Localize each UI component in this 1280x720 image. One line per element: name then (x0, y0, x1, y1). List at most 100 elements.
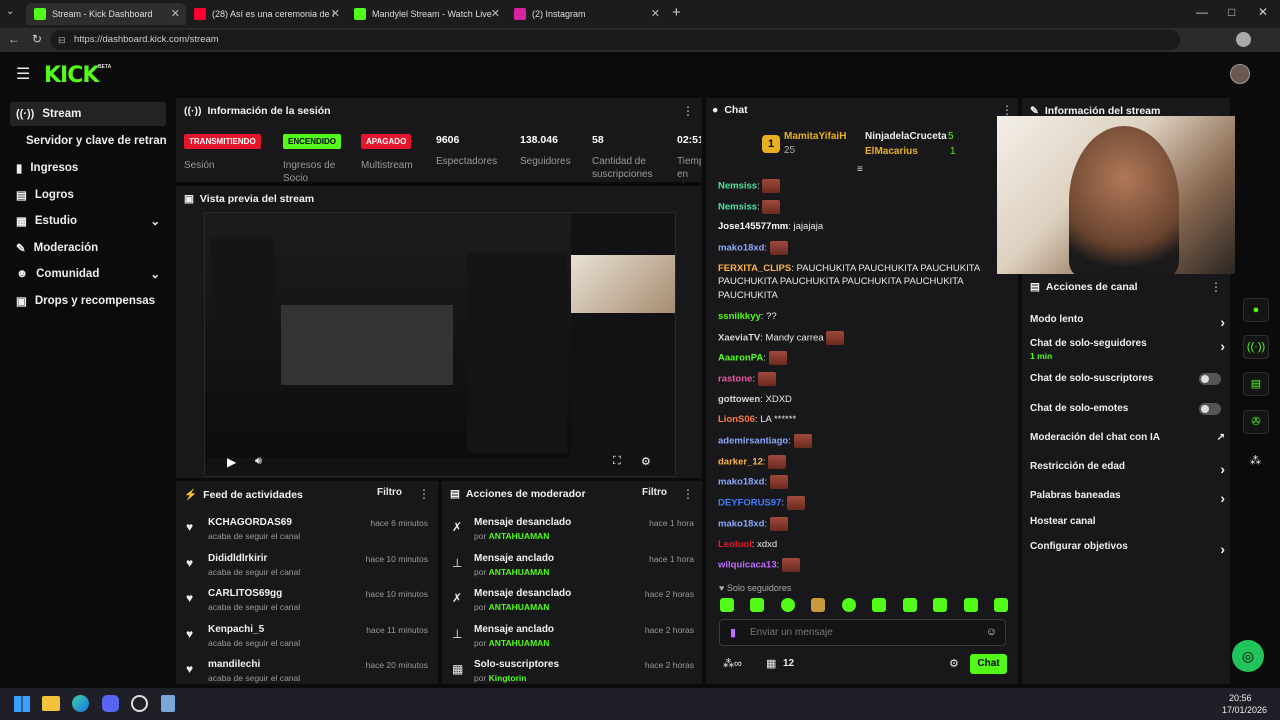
chat-username[interactable]: DEYFORUS97 (718, 498, 781, 509)
feed-item[interactable]: ♥ KCHAGORDAS69 acaba de seguir el canal hac… (184, 517, 434, 551)
edge-browser-icon[interactable] (72, 695, 89, 712)
hamburger-menu-icon[interactable]: ☰ (16, 64, 30, 84)
taskbar-clock-date[interactable]: 17/01/2026 (1222, 705, 1267, 715)
channel-action-item[interactable]: Moderación del chat con IA ↗ (1030, 432, 1225, 452)
rail-broadcast-icon[interactable]: ((·)) (1243, 335, 1269, 359)
channel-action-item[interactable]: Chat de solo-suscriptores (1030, 373, 1225, 393)
chat-message[interactable]: ssniikkyy: ?? (718, 310, 1013, 324)
chat-message[interactable]: LionS06: LA ****** (718, 413, 1013, 427)
taskbar-clock-time[interactable]: 20:56 (1229, 693, 1252, 703)
chat-username[interactable]: Leoluol (718, 539, 752, 550)
kebab-menu-icon[interactable]: ⋮ (682, 487, 694, 501)
browser-tab-2[interactable]: Mandylel Stream - Watch Live on ✕ (346, 3, 506, 25)
chat-message[interactable]: AaaronPA: (718, 351, 1013, 366)
kebab-menu-icon[interactable]: ⋮ (1001, 103, 1013, 117)
chat-settings-icon[interactable]: ⚙ (949, 657, 959, 670)
close-icon[interactable]: ✕ (331, 7, 340, 20)
browser-tab-1[interactable]: (28) Así es una ceremonia de ayah ✕ (186, 3, 346, 25)
support-fab-icon[interactable]: ◎ (1232, 640, 1264, 672)
emote-icon[interactable] (902, 598, 917, 612)
chat-message[interactable]: FERXITA_CLIPS: PAUCHUKITA PAUCHUKITA PAU… (718, 262, 1013, 303)
calculator-icon[interactable] (161, 695, 175, 712)
chat-message[interactable]: mako18xd: (718, 475, 1013, 490)
sidebar-item-comunidad[interactable]: ☻ Comunidad ⌄ (10, 262, 166, 286)
collapse-leaderboard-icon[interactable]: ≡ (857, 164, 863, 175)
chat-message[interactable]: rastone: (718, 371, 1013, 386)
settings-icon[interactable]: ⚙ (641, 455, 651, 468)
sidebar-item-ingresos[interactable]: ▮ Ingresos (10, 156, 166, 180)
tab-list-icon[interactable]: ⌄ (6, 6, 14, 17)
mod-action-item[interactable]: ⊥ Mensaje anclado por ANTAHUAMAN hace 1 hor… (450, 553, 700, 587)
gift-icon[interactable]: ▦ (766, 657, 776, 670)
chat-message[interactable]: wilquicaca13: (718, 558, 1013, 573)
sidebar-item-server-key[interactable]: Servidor y clave de retransmisión (10, 129, 166, 153)
toggle-switch[interactable] (1199, 403, 1221, 415)
chat-username[interactable]: FERXITA_CLIPS (718, 263, 791, 274)
chat-message[interactable]: ademirsantiago: (718, 434, 1013, 448)
kick-logo[interactable]: KICK (44, 63, 99, 88)
volume-icon[interactable]: 🔊︎ (255, 455, 262, 468)
kebab-menu-icon[interactable]: ⋮ (418, 487, 430, 501)
chat-username[interactable]: Nemsiss (718, 201, 757, 212)
channel-action-item[interactable]: Palabras baneadas › (1030, 490, 1225, 510)
sidebar-item-moderacion[interactable]: ✎ Moderación (10, 236, 166, 260)
play-icon[interactable]: ▶ (227, 455, 236, 469)
fullscreen-icon[interactable]: ⛶ (613, 455, 621, 468)
mod-action-item[interactable]: ⊥ Mensaje anclado por ANTAHUAMAN hace 2 hor… (450, 624, 700, 658)
channel-action-item[interactable]: Configurar objetivos › (1030, 541, 1225, 561)
channel-action-item[interactable]: Hostear canal (1030, 516, 1225, 536)
reload-icon[interactable]: ↻ (32, 32, 42, 46)
chat-message[interactable]: mako18xd: (718, 516, 1013, 531)
chat-username[interactable]: gottowen (718, 394, 760, 405)
chat-message[interactable]: darker_12: (718, 454, 1013, 469)
close-icon[interactable]: ✕ (651, 7, 660, 20)
emote-icon[interactable] (780, 598, 795, 612)
minimize-icon[interactable]: — (1196, 5, 1208, 19)
toggle-switch[interactable] (1199, 373, 1221, 385)
back-icon[interactable]: ← (8, 32, 20, 46)
channel-action-item[interactable]: Chat de solo-emotes (1030, 403, 1225, 423)
emote-icon[interactable] (963, 598, 978, 612)
sidebar-item-estudio[interactable]: ▦ Estudio ⌄ (10, 209, 166, 233)
chat-username[interactable]: AaaronPA (718, 353, 763, 364)
sidebar-item-drops[interactable]: ▣ Drops y recompensas (10, 289, 166, 313)
emote-icon[interactable] (933, 598, 948, 612)
chat-username[interactable]: mako18xd (718, 477, 764, 488)
rail-chat-icon[interactable]: ● (1243, 298, 1269, 322)
chat-send-button[interactable]: Chat (970, 654, 1007, 674)
emoji-icon[interactable]: ☺ (986, 626, 997, 638)
close-icon[interactable]: ✕ (491, 7, 500, 20)
windows-start-icon[interactable] (14, 696, 30, 712)
close-icon[interactable]: ✕ (171, 7, 180, 20)
discord-icon[interactable] (102, 695, 119, 712)
chat-message[interactable]: Leoluol: xdxd (718, 538, 1013, 552)
microphone-icon[interactable]: ▮ (730, 626, 736, 639)
feed-item[interactable]: ♥ mandilechi acaba de seguir el canal hace … (184, 659, 434, 684)
rail-layout-icon[interactable]: ▤ (1243, 372, 1269, 396)
emote-icon[interactable] (720, 598, 734, 612)
chat-message[interactable]: XaeviaTV: Mandy carrea (718, 330, 1013, 345)
mod-action-item[interactable]: ✗ Mensaje desanclado por ANTAHUAMAN hace 2 … (450, 588, 700, 622)
window-close-icon[interactable]: ✕ (1258, 5, 1268, 19)
obs-icon[interactable] (131, 695, 148, 712)
chat-message[interactable]: Nemsiss: (718, 199, 1013, 214)
browser-tab-0[interactable]: Stream - Kick Dashboard ✕ (26, 3, 186, 25)
mod-action-item[interactable]: ▦ Solo-suscriptores por Kingtorin hace 2 ho… (450, 659, 700, 684)
chat-extras-icon[interactable]: ⁂∞ (723, 657, 742, 670)
emote-icon[interactable] (872, 598, 887, 612)
browser-tab-3[interactable]: (2) Instagram ✕ (506, 3, 666, 25)
new-tab-icon[interactable]: + (672, 4, 681, 21)
emote-icon[interactable] (750, 598, 765, 612)
rail-apps-icon[interactable]: ⁂ (1250, 454, 1261, 467)
chat-message-input[interactable] (750, 623, 970, 642)
rail-wrench-icon[interactable]: ✇ (1243, 410, 1269, 434)
feed-item[interactable]: ♥ CARLITOS69gg acaba de seguir el canal hac… (184, 588, 434, 622)
maximize-icon[interactable]: □ (1228, 5, 1235, 19)
profile-avatar[interactable] (1236, 32, 1251, 47)
url-field[interactable]: ⊟ https://dashboard.kick.com/stream (50, 30, 1180, 50)
chat-username[interactable]: ssniikkyy (718, 311, 761, 322)
chat-username[interactable]: Jose145577mm (718, 221, 788, 232)
chat-username[interactable]: mako18xd (718, 243, 764, 254)
stream-video[interactable]: ▶ 🔊︎ ⛶ ⚙ (204, 212, 676, 477)
feed-filter-button[interactable]: Filtro (377, 487, 402, 498)
